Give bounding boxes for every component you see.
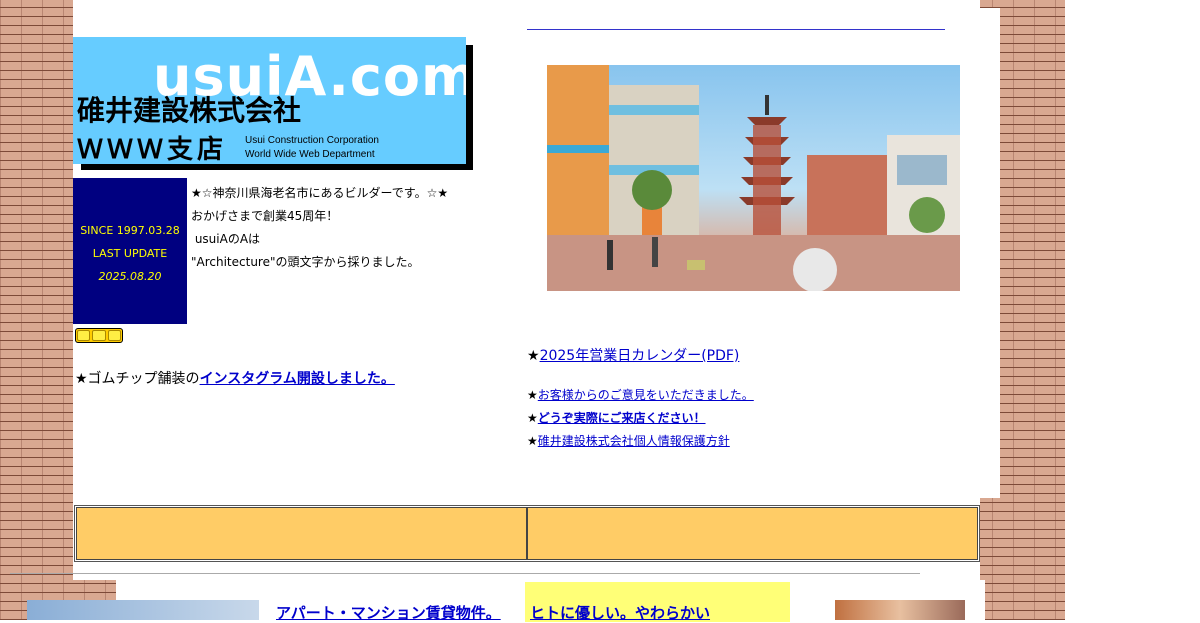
- yellow-badge-icon: [75, 328, 123, 343]
- site-logo[interactable]: usuiA.com 碓井建設株式会社 ＷＷＷ支店 Usui Constructi…: [73, 37, 466, 164]
- list-star: ★: [527, 411, 538, 425]
- orange-banner-table: [74, 505, 980, 562]
- storefront-photo: [547, 65, 960, 291]
- intro-text: ★☆神奈川県海老名市にあるビルダーです。☆★ おかげさまで創業45周年！ usu…: [191, 182, 448, 274]
- logo-company-name: 碓井建設株式会社: [77, 94, 302, 127]
- list-item: ★碓井建設株式会社個人情報保護方針: [527, 430, 754, 453]
- list-item: ★どうぞ実際にご来店ください！: [527, 407, 754, 430]
- intro-line: おかげさまで創業45周年！: [191, 209, 339, 223]
- info-links: ★お客様からのご意見をいただきました。 ★どうぞ実際にご来店ください！ ★碓井建…: [527, 384, 754, 453]
- intro-line: "Architecture"の頭文字から採りました。: [191, 255, 420, 269]
- bottom-divider: [10, 573, 920, 574]
- update-info-box: SINCE 1997.03.28 LAST UPDATE 2025.08.20: [73, 178, 187, 324]
- calendar-item: ★2025年営業日カレンダー(PDF): [527, 345, 739, 365]
- logo-branch-name: ＷＷＷ支店: [77, 135, 228, 164]
- instagram-notice: ★ゴムチップ舗装のインスタグラム開設しました。: [75, 368, 395, 388]
- visit-store-link[interactable]: どうぞ実際にご来店ください！: [538, 411, 706, 425]
- logo-english-line1: Usui Construction Corporation: [245, 135, 379, 146]
- since-date: SINCE 1997.03.28: [80, 224, 180, 237]
- last-update-label: LAST UPDATE: [92, 247, 168, 260]
- intro-line: ★☆神奈川県海老名市にあるビルダーです。☆★: [191, 186, 449, 200]
- list-item: ★お客様からのご意見をいただきました。: [527, 384, 754, 407]
- notice-prefix: ★ゴムチップ舗装の: [75, 371, 200, 387]
- top-divider: [527, 29, 945, 30]
- last-update-date: 2025.08.20: [98, 270, 162, 283]
- customer-feedback-link[interactable]: お客様からのご意見をいただきました。: [538, 388, 754, 402]
- instagram-link[interactable]: インスタグラム開設しました。: [200, 371, 395, 387]
- list-star: ★: [527, 434, 538, 448]
- privacy-policy-link[interactable]: 碓井建設株式会社個人情報保護方針: [538, 434, 730, 448]
- apartment-rental-link[interactable]: アパート・マンション賃貸物件。: [276, 604, 501, 622]
- right-strip: [980, 8, 1000, 498]
- calendar-star: ★: [527, 348, 540, 364]
- calendar-pdf-link[interactable]: 2025年営業日カレンダー(PDF): [540, 348, 740, 364]
- banner-cell-left: [76, 507, 527, 560]
- banner-cell-right: [527, 507, 978, 560]
- intro-line: usuiAのAは: [191, 232, 261, 246]
- logo-english-line2: World Wide Web Department: [245, 149, 375, 160]
- yellow-promo-box: ヒトに優しい。やわらかい: [525, 582, 790, 622]
- apartment-thumbnail[interactable]: [27, 600, 259, 620]
- list-star: ★: [527, 388, 538, 402]
- right-thumbnail[interactable]: [835, 600, 965, 620]
